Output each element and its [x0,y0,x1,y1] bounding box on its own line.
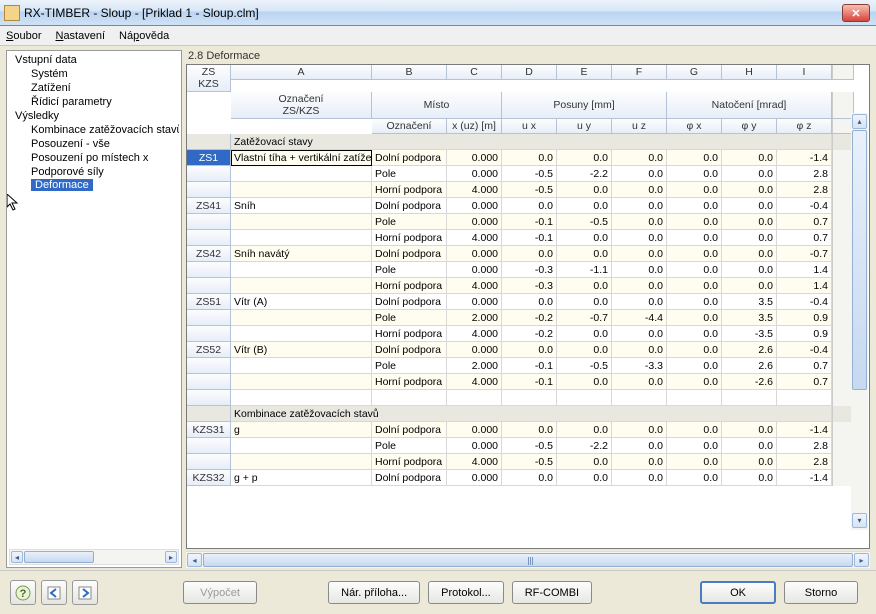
header-corner: ZSKZS [187,65,231,92]
scroll-right-icon[interactable]: ▸ [165,551,177,563]
svg-text:?: ? [20,588,27,600]
header-sub-uz: u z [612,119,667,134]
col-letter-e[interactable]: E [557,65,612,80]
scroll-thumb[interactable] [24,551,94,563]
scroll-thumb[interactable] [203,553,853,567]
header-rotations: Natočení [mrad] [667,92,832,119]
table-row[interactable]: ZS52Vítr (B)Dolní podpora0.0000.00.00.00… [187,342,869,358]
table-row [187,390,869,406]
sidebar-hscrollbar[interactable]: ◂ ▸ [9,549,179,565]
tree-item-system[interactable]: Systém [9,67,179,81]
grid-vscrollbar[interactable]: ▴ ▾ [851,113,868,530]
scroll-right-icon[interactable]: ▸ [854,553,869,567]
ok-button[interactable]: OK [700,581,776,604]
table-row[interactable]: KZS32g + pDolní podpora0.0000.00.00.00.0… [187,470,869,486]
table-row[interactable]: Pole2.000-0.1-0.5-3.30.02.60.7 [187,358,869,374]
table-row[interactable]: Horní podpora4.000-0.10.00.00.00.00.7 [187,230,869,246]
header-designation: OznačeníZS/KZS [231,92,372,119]
col-letter-f[interactable]: F [612,65,667,80]
tree-group-results[interactable]: Výsledky [9,109,179,123]
cancel-button[interactable]: Storno [784,581,858,604]
scroll-placeholder [832,65,854,80]
table-row[interactable]: Pole0.000-0.1-0.50.00.00.00.7 [187,214,869,230]
table-row[interactable]: ZS42Sníh navátýDolní podpora0.0000.00.00… [187,246,869,262]
tree-item-control-params[interactable]: Řídicí parametry [9,95,179,109]
national-annex-button[interactable]: Nár. příloha... [328,581,420,604]
tree-item-load-combinations[interactable]: Kombinace zatěžovacích stavů [9,123,179,137]
header-sub-ux: u x [502,119,557,134]
col-letter-b[interactable]: B [372,65,447,80]
scroll-down-icon[interactable]: ▾ [852,513,867,528]
col-letter-i[interactable]: I [777,65,832,80]
header-sub-phiy: φ y [722,119,777,134]
header-sub-x: x (uz) [m] [447,119,502,134]
next-button[interactable] [72,580,98,605]
table-row[interactable]: Horní podpora4.000-0.20.00.00.0-3.50.9 [187,326,869,342]
header-sub-uy: u y [557,119,612,134]
tree-item-deformations[interactable]: Deformace [31,179,93,191]
close-button[interactable]: ✕ [842,4,870,22]
section-row: Zatěžovací stavy [187,134,869,150]
col-letter-a[interactable]: A [231,65,372,80]
bottom-toolbar: ? Výpočet Nár. příloha... Protokol... RF… [0,570,876,614]
next-icon [78,586,92,600]
help-icon: ? [15,585,31,601]
calculate-button[interactable]: Výpočet [183,581,257,604]
tree-item-support-forces[interactable]: Podporové síly [9,165,179,179]
tree-item-loads[interactable]: Zatížení [9,81,179,95]
tree-item-check-by-x[interactable]: Posouzení po místech x [9,151,179,165]
menu-bar: Soubor Nastavení Nápověda [0,26,876,46]
tree-group-input-data[interactable]: Vstupní data [9,53,179,67]
close-icon: ✕ [851,7,860,20]
section-row: Kombinace zatěžovacích stavů [187,406,869,422]
table-row[interactable]: ZS41SníhDolní podpora0.0000.00.00.00.00.… [187,198,869,214]
header-displacements: Posuny [mm] [502,92,667,119]
menu-settings[interactable]: Nastavení [55,30,105,42]
prev-icon [47,586,61,600]
table-row[interactable]: KZS31gDolní podpora0.0000.00.00.00.00.0-… [187,422,869,438]
table-row[interactable]: Horní podpora4.000-0.50.00.00.00.02.8 [187,182,869,198]
cursor-icon [7,194,21,212]
table-row[interactable]: Pole0.000-0.3-1.10.00.00.01.4 [187,262,869,278]
header-sub-phiz: φ z [777,119,832,134]
col-letter-d[interactable]: D [502,65,557,80]
header-sub-oznaceni: Označení [372,119,447,134]
menu-help[interactable]: Nápověda [119,30,169,42]
header-sub-phix: φ x [667,119,722,134]
table-row[interactable]: Pole0.000-0.5-2.20.00.00.02.8 [187,166,869,182]
results-grid: ZSKZS A B C D E F G H I OznačeníZS/KZS M… [186,64,870,549]
table-row[interactable]: Horní podpora4.000-0.30.00.00.00.01.4 [187,278,869,294]
help-button[interactable]: ? [10,580,36,605]
table-row[interactable]: ZS1Vlastní tíha + vertikální zatížeDolní… [187,150,869,166]
prev-button[interactable] [41,580,67,605]
table-row[interactable]: Horní podpora4.000-0.10.00.00.0-2.60.7 [187,374,869,390]
col-letter-g[interactable]: G [667,65,722,80]
scroll-left-icon[interactable]: ◂ [11,551,23,563]
table-row[interactable]: Pole2.000-0.2-0.7-4.40.03.50.9 [187,310,869,326]
title-bar: RX-TIMBER - Sloup - [Priklad 1 - Sloup.c… [0,0,876,26]
scroll-up-icon[interactable]: ▴ [852,114,867,129]
nav-tree: Vstupní data Systém Zatížení Řídicí para… [6,50,182,568]
panel-title: 2.8 Deformace [186,50,870,64]
header-place: Místo [372,92,502,119]
scroll-left-icon[interactable]: ◂ [187,553,202,567]
grid-hscrollbar[interactable]: ◂ ▸ [186,551,870,568]
col-letter-h[interactable]: H [722,65,777,80]
rfcombi-button[interactable]: RF-COMBI [512,581,592,604]
col-letter-c[interactable]: C [447,65,502,80]
scroll-thumb[interactable] [852,130,867,390]
protocol-button[interactable]: Protokol... [428,581,504,604]
table-row[interactable]: ZS51Vítr (A)Dolní podpora0.0000.00.00.00… [187,294,869,310]
tree-item-check-all[interactable]: Posouzení - vše [9,137,179,151]
window-title: RX-TIMBER - Sloup - [Priklad 1 - Sloup.c… [24,6,259,20]
app-icon [4,5,20,21]
menu-file[interactable]: Soubor [6,30,41,42]
table-row[interactable]: Pole0.000-0.5-2.20.00.00.02.8 [187,438,869,454]
table-row[interactable]: Horní podpora4.000-0.50.00.00.00.02.8 [187,454,869,470]
